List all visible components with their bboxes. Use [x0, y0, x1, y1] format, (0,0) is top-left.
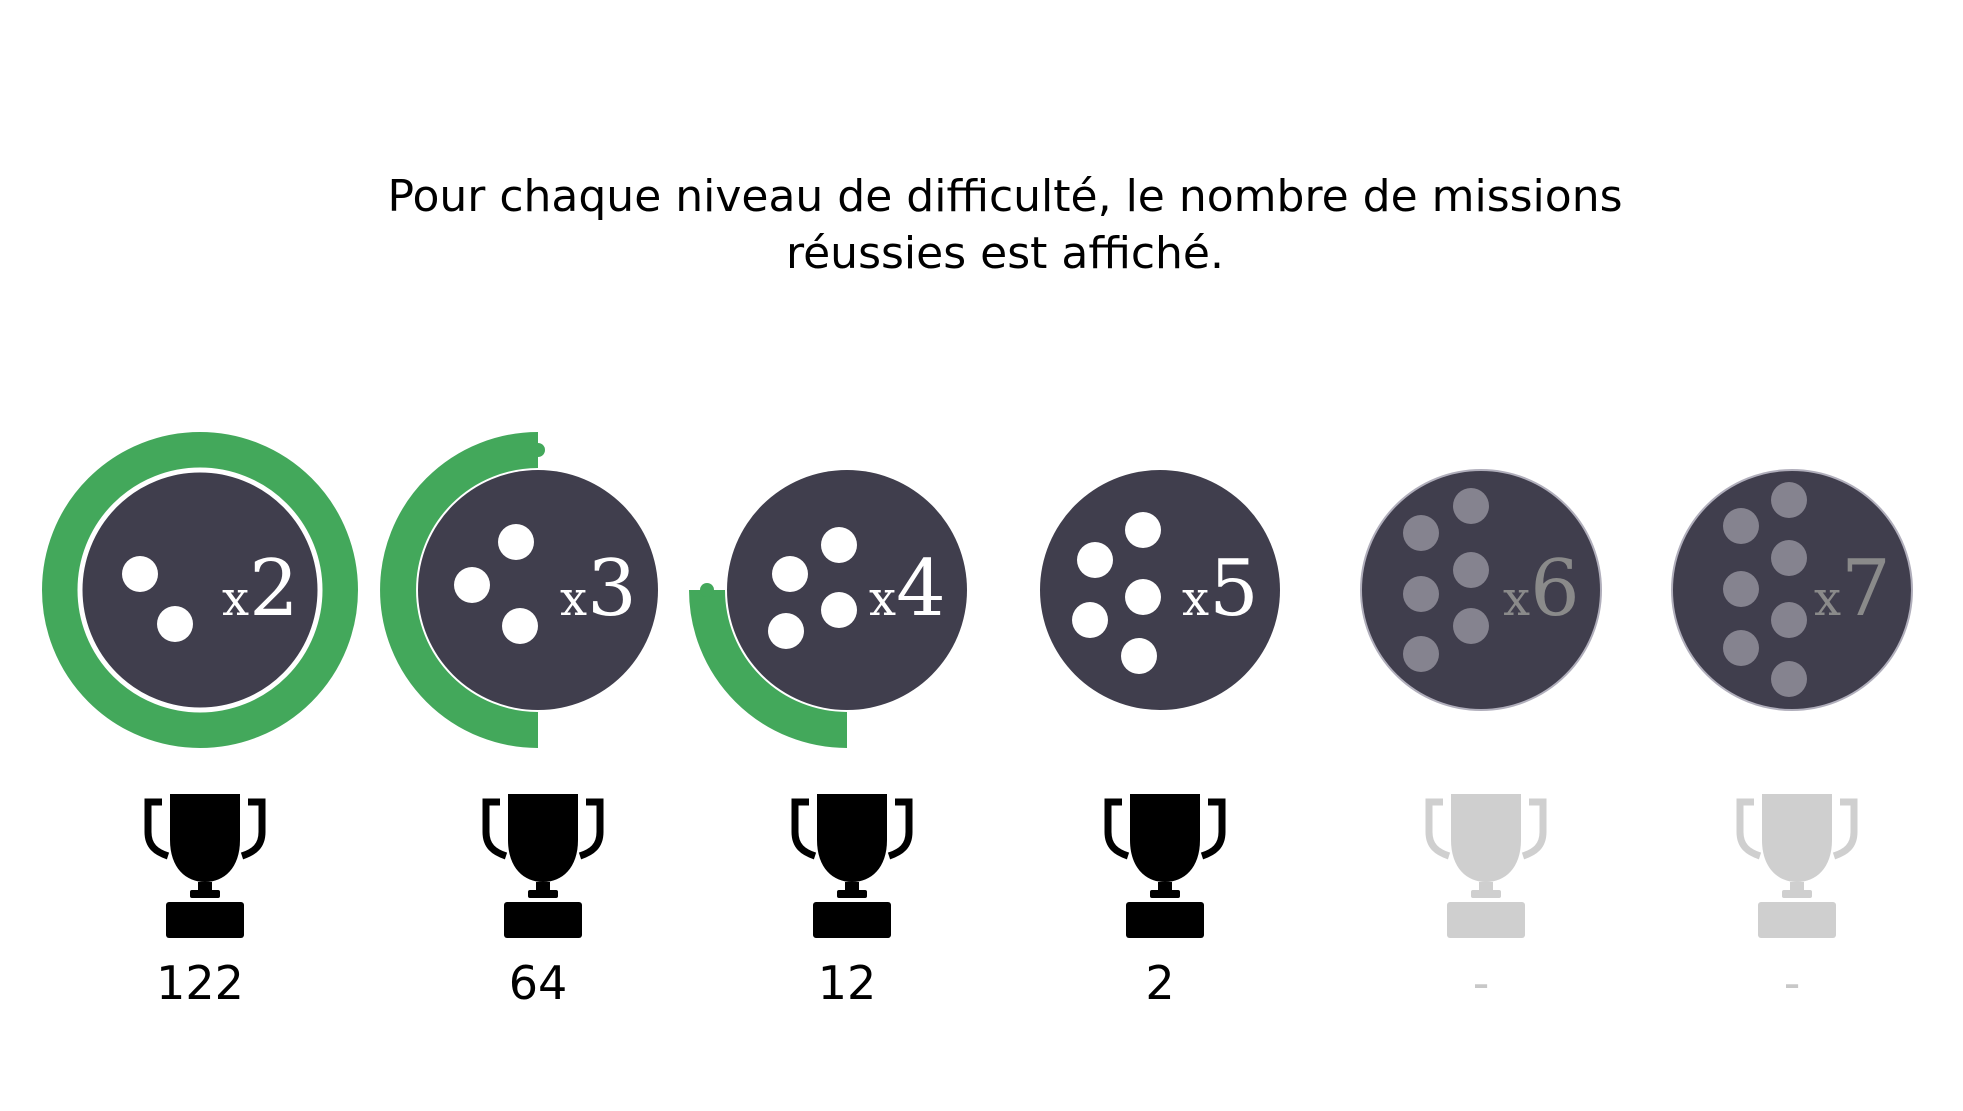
dice-pip — [122, 556, 158, 592]
difficulty-badge[interactable]: x6 — [1311, 420, 1651, 760]
difficulty-badge[interactable]: x7 — [1622, 420, 1962, 760]
dice-pip — [1771, 602, 1807, 638]
dice-pip — [1771, 482, 1807, 518]
dice-pip — [1723, 630, 1759, 666]
difficulty-badge[interactable]: x5 — [990, 420, 1330, 760]
difficulty-level-x3[interactable]: x3 64 — [368, 420, 708, 1040]
dice-pip — [1771, 661, 1807, 697]
dice-pip — [1121, 638, 1157, 674]
dice-pip — [821, 527, 857, 563]
missions-count: 12 — [817, 956, 877, 1010]
dice-pip — [1771, 540, 1807, 576]
difficulty-badge[interactable]: x3 — [368, 420, 708, 760]
trophy-icon — [482, 794, 604, 938]
dice-pip — [1723, 508, 1759, 544]
difficulty-level-x7[interactable]: x7 - — [1622, 420, 1962, 1040]
trophy-icon — [791, 794, 913, 938]
trophy-icon — [1104, 794, 1226, 938]
missions-count: 2 — [1145, 956, 1175, 1010]
dice-pip — [502, 608, 538, 644]
difficulty-level-x2[interactable]: x2 122 — [30, 420, 370, 1040]
dice-pip — [1453, 488, 1489, 524]
difficulty-level-x4[interactable]: x4 12 — [677, 420, 1017, 1040]
difficulty-level-x5[interactable]: x5 2 — [990, 420, 1330, 1040]
dice-pip — [1077, 542, 1113, 578]
dice-pip — [1723, 571, 1759, 607]
dice-pip — [157, 606, 193, 642]
dice-pip — [772, 556, 808, 592]
dice-pip — [821, 592, 857, 628]
difficulty-badge[interactable]: x4 — [677, 420, 1017, 760]
dice-pip — [1125, 512, 1161, 548]
dice-pip — [1453, 608, 1489, 644]
difficulty-badge[interactable]: x2 — [30, 420, 370, 760]
dice-pip — [1403, 576, 1439, 612]
trophy-icon — [144, 794, 266, 938]
dice-pip — [768, 613, 804, 649]
dice-pip — [1125, 579, 1161, 615]
dice-pip — [1453, 552, 1489, 588]
difficulty-level-x6[interactable]: x6 - — [1311, 420, 1651, 1040]
progress-arc-end — [531, 443, 545, 457]
dice-pip — [454, 567, 490, 603]
trophy-icon — [1736, 794, 1858, 938]
progress-arc-end — [700, 583, 714, 597]
difficulty-levels: x2 122 x3 64 x4 12 x5 2 x6 - x7 - — [0, 0, 1963, 1111]
dice-pip — [1403, 636, 1439, 672]
dice-pip — [1072, 602, 1108, 638]
missions-count: - — [1472, 956, 1490, 1010]
trophy-icon — [1425, 794, 1547, 938]
missions-count: 122 — [156, 956, 244, 1010]
missions-count: - — [1783, 956, 1801, 1010]
dice-pip — [1403, 515, 1439, 551]
missions-count: 64 — [508, 956, 568, 1010]
dice-pip — [498, 524, 534, 560]
